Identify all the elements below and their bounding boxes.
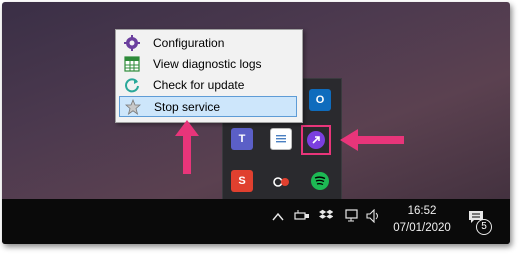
hardware-icon[interactable] (294, 209, 310, 224)
gear-icon (121, 32, 143, 53)
network-icon[interactable] (343, 209, 359, 226)
annotation-arrow-left (340, 129, 404, 151)
annotation-arrow-up (175, 120, 199, 174)
context-menu: Configuration View diagnostic logs Check… (115, 29, 303, 123)
dropbox-icon[interactable] (319, 208, 334, 225)
menu-item-stop-service[interactable]: Stop service (119, 96, 297, 117)
spotify-waves-icon (314, 176, 326, 186)
snagit-icon[interactable]: S (231, 170, 253, 192)
notepad-lines-icon (276, 135, 286, 143)
chevron-up-icon[interactable] (272, 210, 284, 225)
clock-time: 16:52 (407, 205, 437, 217)
spotify-icon[interactable] (311, 172, 329, 190)
star-icon (122, 96, 144, 117)
diagonal-arrow-icon (312, 136, 320, 144)
menu-item-check-update[interactable]: Check for update (119, 74, 297, 95)
notepad-icon[interactable] (270, 128, 292, 150)
menu-item-view-logs[interactable]: View diagnostic logs (119, 53, 297, 74)
teams-icon[interactable]: T (231, 128, 253, 150)
screenshot-frame: O T S Configuration View diagnostic logs… (2, 2, 510, 244)
camera-shape-icon (273, 177, 289, 187)
volume-icon[interactable] (366, 208, 382, 226)
menu-item-configuration[interactable]: Configuration (119, 32, 297, 53)
outlook-icon[interactable]: O (309, 89, 331, 111)
notification-count-badge: 5 (476, 219, 492, 235)
app-arrow-icon[interactable] (307, 131, 325, 149)
camera-icon[interactable] (270, 170, 292, 192)
taskbar: 16:52 07/01/2020 5 (2, 199, 510, 244)
refresh-icon (121, 74, 143, 95)
log-grid-icon (121, 53, 143, 74)
clock-date: 07/01/2020 (393, 222, 451, 234)
clock[interactable]: 16:52 07/01/2020 (392, 203, 452, 237)
